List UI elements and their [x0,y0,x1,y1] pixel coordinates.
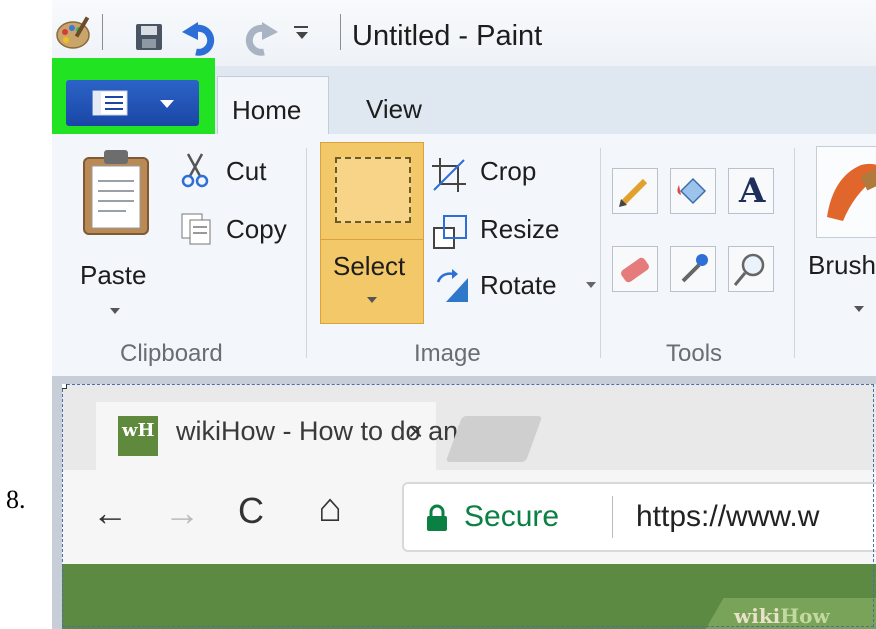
canvas-image[interactable]: wH wikiHow - How to do any × ← → C ⌂ Sec… [62,384,876,629]
logo-text-how: How [780,604,830,628]
magnifier-icon [733,253,765,286]
site-header: wikiHow [62,564,876,629]
document-icon [92,90,128,116]
chevron-down-icon [854,306,864,312]
tab-home-label: Home [232,95,302,125]
close-icon[interactable]: × [408,416,423,447]
select-button[interactable]: Select [320,142,424,324]
paint-canvas-area[interactable]: wH wikiHow - How to do any × ← → C ⌂ Sec… [52,376,876,629]
eyedropper-icon [681,254,708,283]
group-separator [306,148,307,358]
group-separator [794,148,795,358]
lock-icon [427,504,447,531]
color-picker-tool-button[interactable] [670,246,716,292]
clipboard-group-label: Clipboard [120,340,223,367]
rotate-button[interactable]: Rotate [432,264,602,304]
copy-icon [181,213,211,245]
rotate-label: Rotate [480,270,557,300]
reload-icon[interactable]: C [238,490,264,532]
url-text: https://www.w [636,500,820,533]
home-icon[interactable]: ⌂ [318,486,342,531]
text-tool-button[interactable]: A [728,168,774,214]
group-separator [600,148,601,358]
paste-button[interactable]: Paste [72,148,160,314]
eraser-icon [621,257,649,283]
wikihow-logo: wikiHow [734,604,830,628]
step-number: 8. [6,485,26,514]
fill-tool-button[interactable] [670,168,716,214]
new-tab-button[interactable] [445,416,543,462]
paint-app-icon[interactable] [54,14,92,52]
redo-icon[interactable] [240,18,278,56]
chevron-down-icon [367,297,377,303]
customize-quick-access-icon[interactable] [294,26,308,28]
file-menu-button[interactable] [66,80,199,126]
window-title: Untitled - Paint [352,20,543,52]
brushes-label: Brush [808,250,876,280]
selection-icon [335,157,411,223]
scissors-icon [181,153,209,188]
title-bar: Untitled - Paint [52,0,876,67]
copy-button[interactable]: Copy [180,210,310,246]
address-separator [612,496,613,538]
tab-view-label: View [366,94,422,124]
clipboard-icon [83,150,149,235]
forward-arrow-icon[interactable]: → [164,492,200,534]
brush-icon [827,159,876,221]
tab-home[interactable]: Home [217,76,329,138]
rotate-icon [436,269,468,302]
chevron-down-icon [110,308,120,314]
select-label: Select [333,251,406,281]
paint-bucket-icon [677,177,707,205]
pencil-tool-button[interactable] [612,168,658,214]
paint-window: Untitled - Paint Home View Paste Cut Cop… [52,0,876,629]
browser-tab-strip: wH wikiHow - How to do any × [62,384,876,470]
ribbon-home: Paste Cut Copy Clipboard Select Crop Res… [52,134,876,377]
chevron-down-icon[interactable] [296,32,308,39]
chevron-down-icon [586,282,596,288]
resize-button[interactable]: Resize [432,212,592,252]
cut-label: Cut [226,156,267,186]
pencil-icon [619,178,648,207]
quick-access-separator [102,14,103,50]
text-tool-icon: A [739,171,766,211]
tools-group-label: Tools [666,340,723,367]
image-group-label: Image [414,340,481,367]
magnifier-tool-button[interactable] [728,246,774,292]
save-icon[interactable] [134,22,164,52]
wikihow-favicon: wH [118,416,158,456]
brushes-button[interactable]: Brush [806,146,876,316]
resize-handle[interactable] [62,384,67,389]
undo-icon[interactable] [182,18,220,56]
crop-icon [432,158,466,192]
crop-label: Crop [480,156,537,186]
browser-toolbar: ← → C ⌂ Secure https://www.w [62,470,876,565]
crop-button[interactable]: Crop [432,154,572,194]
eraser-tool-button[interactable] [612,246,658,292]
secure-label: Secure [464,500,560,533]
browser-tab[interactable]: wH wikiHow - How to do any × [96,402,472,470]
resize-label: Resize [480,214,560,244]
resize-icon [433,215,467,249]
browser-tab-title: wikiHow - How to do any [176,416,472,446]
title-separator [340,14,341,50]
chevron-down-icon [160,100,174,108]
back-arrow-icon[interactable]: ← [92,492,128,534]
cut-button[interactable]: Cut [180,152,290,188]
paste-label: Paste [80,260,147,290]
address-bar[interactable]: Secure https://www.w [402,482,876,552]
copy-label: Copy [226,214,287,244]
favicon-text: wH [122,420,155,441]
tab-view[interactable]: View [344,78,454,134]
logo-text-wiki: wiki [734,604,781,628]
